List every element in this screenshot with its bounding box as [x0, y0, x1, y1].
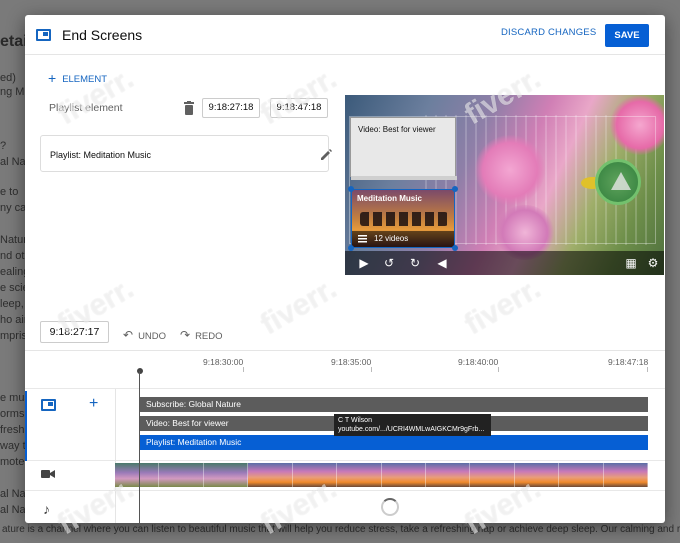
filmstrip-frame	[514, 463, 560, 487]
filmstrip-frame	[559, 463, 604, 487]
background-title: etai	[0, 33, 28, 50]
resize-handle[interactable]	[452, 186, 458, 192]
forward-icon[interactable]: ↻	[408, 256, 422, 270]
playlist-icon	[358, 235, 367, 243]
video-camera-icon	[41, 470, 55, 478]
timeline-divider	[25, 490, 665, 491]
video-filmstrip[interactable]	[115, 463, 649, 487]
playlist-track[interactable]: Playlist: Meditation Music	[140, 435, 648, 450]
trash-icon[interactable]	[183, 101, 195, 115]
timeline-tick	[647, 367, 648, 372]
dialog-title: End Screens	[62, 27, 143, 43]
end-screen-icon	[36, 29, 51, 41]
subscribe-track[interactable]: Subscribe: Global Nature	[140, 397, 648, 412]
background-description: ature is a channel where you can listen …	[2, 524, 680, 535]
element-type-label: Playlist element	[49, 102, 123, 114]
add-element-plus-icon[interactable]: +	[89, 395, 98, 413]
gear-icon[interactable]: ⚙	[646, 256, 660, 270]
background-text: ed)	[0, 72, 16, 84]
plus-icon: +	[48, 70, 57, 86]
filmstrip-frame	[292, 463, 338, 487]
filmstrip-frame	[381, 463, 426, 487]
timeline-tick-label: 9:18:35:00	[331, 357, 372, 367]
undo-label: UNDO	[138, 331, 167, 342]
redo-icon: ↷	[180, 328, 191, 342]
filmstrip-frame	[203, 463, 249, 487]
background-text: e to	[0, 186, 19, 198]
undo-icon: ↶	[123, 328, 134, 342]
rewind-icon[interactable]: ↺	[382, 256, 396, 270]
video-element-title: Video: Best for viewer	[358, 125, 436, 134]
background-text: ?	[0, 140, 7, 152]
music-note-icon: ♪	[43, 501, 50, 517]
selected-row-indicator	[25, 391, 27, 461]
playlist-element-preview[interactable]: Meditation Music 12 videos	[351, 189, 455, 248]
filmstrip-frame	[248, 463, 293, 487]
video-element-preview[interactable]: Video: Best for viewer	[350, 117, 457, 180]
filmstrip-frame	[425, 463, 471, 487]
subscribe-element-preview[interactable]	[595, 159, 641, 205]
playlist-element-title: Meditation Music	[357, 194, 422, 203]
pencil-icon[interactable]	[319, 148, 333, 162]
timeline-tick	[243, 367, 244, 372]
redo-label: REDO	[195, 331, 223, 342]
filmstrip-frame	[159, 463, 204, 487]
current-time-input[interactable]: 9:18:27:17	[40, 321, 109, 343]
dialog-header: End Screens DISCARD CHANGES SAVE	[25, 15, 665, 55]
timeline-tick	[498, 367, 499, 372]
background-text: fresh	[0, 424, 25, 436]
elephants-thumbnail-graphic	[360, 212, 448, 226]
end-screen-icon	[41, 399, 56, 411]
background-text: leep,	[0, 298, 24, 310]
timeline-divider	[25, 388, 665, 389]
tooltip-url: youtube.com/.../UCRI4WMLwAIGKCMr9gFrb...	[338, 426, 485, 433]
element-start-time-input[interactable]: 9:18:27:18	[202, 98, 260, 118]
video-element-shadow	[351, 176, 457, 180]
discard-changes-button[interactable]: DISCARD CHANGES	[501, 27, 596, 38]
end-screens-dialog: End Screens DISCARD CHANGES SAVE + ELEMEN…	[25, 15, 665, 523]
timeline-tick-label: 9:18:40:00	[458, 357, 499, 367]
playhead-handle[interactable]	[137, 368, 143, 374]
playlist-selection-label: Playlist: Meditation Music	[50, 150, 152, 160]
timeline: 9:18:30:00 9:18:35:00 9:18:40:00 9:18:47…	[25, 350, 665, 523]
video-preview: Video: Best for viewer Meditation Music …	[345, 95, 664, 275]
timeline-tick-label: 9:18:47:18	[608, 357, 649, 367]
add-element-button[interactable]: + ELEMENT	[48, 69, 108, 86]
timeline-tick	[371, 367, 372, 372]
filmstrip-frame	[115, 463, 160, 487]
play-icon[interactable]: ▶	[357, 256, 371, 270]
resize-handle[interactable]	[348, 186, 354, 192]
loading-spinner-icon	[381, 498, 399, 516]
player-controls: ▶ ↺ ↻ ◀ ▦ ⚙	[345, 251, 664, 275]
channel-logo-icon	[611, 172, 631, 190]
background-text: mote	[0, 456, 25, 468]
background-text: mpris	[0, 330, 27, 342]
tooltip-name: C T Wilson	[338, 417, 372, 424]
timeline-column-divider	[115, 389, 116, 523]
timeline-tick-label: 9:18:30:00	[203, 357, 244, 367]
background-text: way t	[0, 440, 26, 452]
add-element-label: ELEMENT	[62, 74, 108, 85]
playlist-count-bar: 12 videos	[352, 231, 454, 247]
filmstrip-frame	[470, 463, 515, 487]
undo-button[interactable]: ↶ UNDO	[123, 328, 166, 342]
playhead[interactable]	[139, 371, 140, 523]
filmstrip-frame	[337, 463, 382, 487]
playlist-count: 12 videos	[374, 234, 409, 243]
playlist-selection-card[interactable]: Playlist: Meditation Music	[40, 135, 332, 172]
element-end-time-input[interactable]: 9:18:47:18	[270, 98, 328, 118]
grid-icon[interactable]: ▦	[624, 256, 638, 270]
filmstrip-frame	[603, 463, 649, 487]
save-button[interactable]: SAVE	[605, 24, 649, 47]
volume-icon[interactable]: ◀	[435, 256, 449, 270]
background-text: orms	[0, 408, 25, 420]
redo-button[interactable]: ↷ REDO	[180, 328, 223, 342]
channel-tooltip: C T Wilson youtube.com/.../UCRI4WMLwAIGK…	[334, 414, 491, 436]
timeline-divider	[25, 460, 665, 461]
